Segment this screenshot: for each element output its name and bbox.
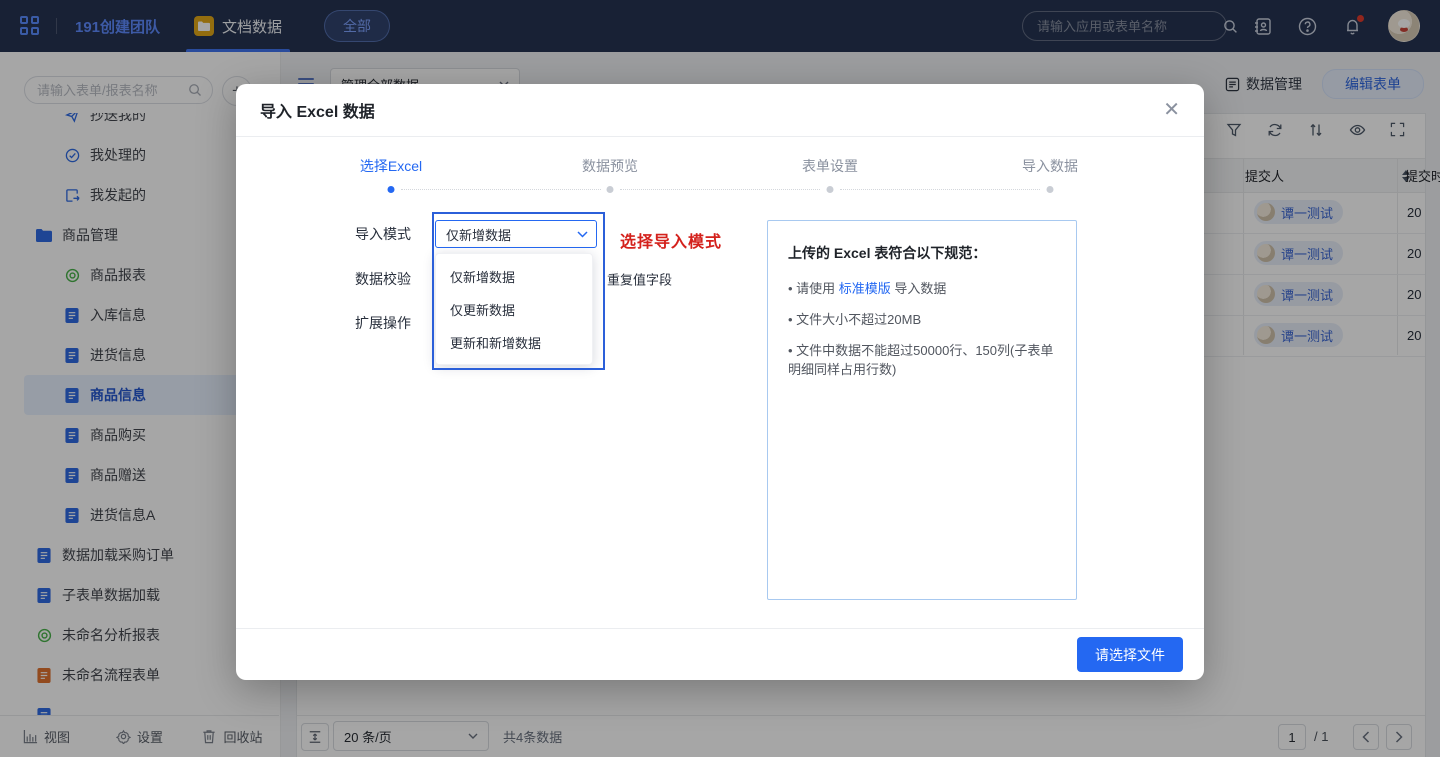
option-add-only[interactable]: 仅新增数据 xyxy=(436,260,592,293)
data-check-label: 数据校验 xyxy=(355,269,411,289)
step-form-setting[interactable]: 表单设置 xyxy=(802,156,858,176)
step-dot xyxy=(607,186,614,193)
annotation-text: 选择导入模式 xyxy=(620,228,722,252)
step-connector xyxy=(840,189,1040,190)
step-dot xyxy=(827,186,834,193)
step-import-data[interactable]: 导入数据 xyxy=(1022,156,1078,176)
modal-title: 导入 Excel 数据 xyxy=(260,98,375,122)
excel-spec-panel: 上传的 Excel 表符合以下规范： 请使用 标准模版 导入数据 文件大小不超过… xyxy=(767,220,1077,600)
chevron-down-icon xyxy=(577,231,588,238)
spec-text: 导入数据 xyxy=(891,281,947,296)
modal-footer: 请选择文件 xyxy=(236,628,1204,680)
import-mode-label: 导入模式 xyxy=(355,224,411,244)
data-check-text-fragment: 重复值字段 xyxy=(607,270,672,289)
spec-bullet-filesize: 文件大小不超过20MB xyxy=(788,310,1056,329)
step-select-excel[interactable]: 选择Excel xyxy=(360,156,422,176)
step-connector xyxy=(401,189,601,190)
step-dot xyxy=(1047,186,1054,193)
close-icon[interactable]: ✕ xyxy=(1163,100,1180,120)
spec-bullet-template: 请使用 标准模版 导入数据 xyxy=(788,279,1056,298)
standard-template-link[interactable]: 标准模版 xyxy=(839,281,891,296)
modal-header: 导入 Excel 数据 ✕ xyxy=(236,84,1204,137)
spec-text: 请使用 xyxy=(796,281,839,296)
option-update-and-add[interactable]: 更新和新增数据 xyxy=(436,326,592,359)
choose-file-button[interactable]: 请选择文件 xyxy=(1077,637,1183,672)
step-dot-active xyxy=(388,186,395,193)
extend-ops-label: 扩展操作 xyxy=(355,313,411,333)
import-mode-select[interactable]: 仅新增数据 xyxy=(435,220,597,248)
import-excel-modal: 导入 Excel 数据 ✕ 选择Excel 数据预览 表单设置 导入数据 导入模… xyxy=(236,84,1204,680)
page: 191创建团队 文档数据 全部 xyxy=(0,0,1440,757)
import-mode-dropdown: 仅新增数据 仅更新数据 更新和新增数据 xyxy=(435,253,593,365)
spec-title: 上传的 Excel 表符合以下规范： xyxy=(788,243,1056,263)
step-connector xyxy=(620,189,820,190)
option-update-only[interactable]: 仅更新数据 xyxy=(436,293,592,326)
import-mode-value: 仅新增数据 xyxy=(446,225,577,244)
spec-bullet-rowlimit: 文件中数据不能超过50000行、150列(子表单明细同样占用行数) xyxy=(788,341,1056,379)
step-data-preview[interactable]: 数据预览 xyxy=(582,156,638,176)
